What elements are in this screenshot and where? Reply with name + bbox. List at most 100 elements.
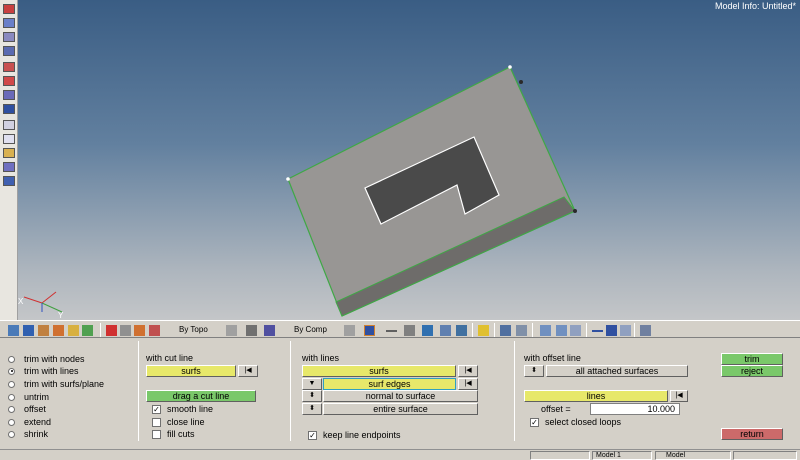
- node-point[interactable]: [573, 209, 577, 213]
- radio-button[interactable]: [8, 367, 15, 375]
- display-icon[interactable]: [8, 325, 19, 336]
- keep-endpoints-checkbox[interactable]: ✓ keep line endpoints: [308, 429, 401, 441]
- wireframe-icon[interactable]: [344, 325, 355, 336]
- toolbar-icon[interactable]: [3, 32, 15, 42]
- star-icon[interactable]: [478, 325, 489, 336]
- assembly-icon[interactable]: [53, 325, 64, 336]
- toolbar-icon[interactable]: [3, 104, 15, 114]
- radio-trim-lines[interactable]: trim with lines: [8, 365, 79, 377]
- checkbox-box[interactable]: [152, 417, 161, 427]
- toolbar-icon[interactable]: [3, 120, 15, 130]
- line-icon[interactable]: [386, 330, 397, 332]
- radio-trim-nodes[interactable]: trim with nodes: [8, 353, 85, 365]
- graphics-viewport[interactable]: X Y Model Info: Untitled*: [18, 0, 800, 320]
- toolbar-icon[interactable]: [3, 62, 15, 72]
- toggle-icon[interactable]: ⬍: [302, 390, 322, 402]
- normal-surface-button[interactable]: normal to surface: [323, 390, 478, 402]
- model-geometry[interactable]: X Y: [18, 0, 800, 320]
- shade-mode-icon[interactable]: [364, 325, 375, 336]
- drag-cut-line-button[interactable]: drag a cut line: [146, 390, 256, 402]
- radio-trim-surfs[interactable]: trim with surfs/plane: [8, 378, 104, 390]
- plane-icon[interactable]: [404, 325, 415, 336]
- radio-button[interactable]: [8, 418, 15, 426]
- reject-button[interactable]: reject: [721, 365, 783, 377]
- trim-button[interactable]: trim: [721, 353, 783, 365]
- geometry-icon[interactable]: [23, 325, 34, 336]
- undo-icon[interactable]: [570, 325, 581, 336]
- radio-shrink[interactable]: shrink: [8, 428, 48, 440]
- toolbar-icon[interactable]: [3, 18, 15, 28]
- radio-offset[interactable]: offset: [8, 403, 46, 415]
- toolbar-icon[interactable]: [3, 76, 15, 86]
- reset-icon[interactable]: |◀: [238, 365, 258, 377]
- radio-button[interactable]: [8, 430, 15, 438]
- radio-button[interactable]: [8, 405, 15, 413]
- toolbar-icon[interactable]: [3, 176, 15, 186]
- view-icon[interactable]: [226, 325, 237, 336]
- reset-icon[interactable]: |◀: [670, 390, 688, 402]
- grid-icon[interactable]: [440, 325, 451, 336]
- measure-icon[interactable]: [134, 325, 145, 336]
- radio-extend[interactable]: extend: [8, 416, 51, 428]
- surf-edges-button[interactable]: surf edges: [323, 378, 456, 390]
- radio-button[interactable]: [8, 355, 15, 363]
- entire-surface-button[interactable]: entire surface: [323, 403, 478, 415]
- screen-icon[interactable]: [456, 325, 467, 336]
- redo-icon[interactable]: [620, 325, 631, 336]
- checkbox-box[interactable]: ✓: [530, 417, 539, 427]
- toolbar-icon[interactable]: [3, 148, 15, 158]
- offset-lines-button[interactable]: lines: [524, 390, 668, 402]
- node-point[interactable]: [519, 80, 523, 84]
- table-icon[interactable]: [500, 325, 511, 336]
- toolbar-icon[interactable]: [3, 4, 15, 14]
- smooth-line-checkbox[interactable]: ✓ smooth line: [152, 403, 213, 415]
- shaded-icon[interactable]: [120, 325, 131, 336]
- toolbar-icon[interactable]: [3, 90, 15, 100]
- dropdown-arrow-icon[interactable]: ▼: [302, 378, 322, 390]
- cube-icon[interactable]: [264, 325, 275, 336]
- node-point[interactable]: [286, 177, 290, 181]
- offset-label: offset =: [541, 404, 571, 414]
- model-tab-label: Model: [666, 452, 686, 459]
- pick-icon[interactable]: [149, 325, 160, 336]
- checkbox-box[interactable]: ✓: [308, 430, 317, 440]
- model-slot: Model 1: [592, 451, 652, 460]
- minus-icon[interactable]: [592, 330, 603, 332]
- node-point[interactable]: [508, 65, 512, 69]
- return-button[interactable]: return: [721, 428, 783, 440]
- checkbox-box[interactable]: [152, 429, 161, 439]
- find-icon[interactable]: [82, 325, 93, 336]
- forward-icon[interactable]: [556, 325, 567, 336]
- reset-icon[interactable]: |◀: [458, 378, 478, 390]
- toolbar-icon[interactable]: [3, 134, 15, 144]
- lines-surfs-button[interactable]: surfs: [302, 365, 456, 377]
- rotate-icon[interactable]: [246, 325, 257, 336]
- component-icon[interactable]: [38, 325, 49, 336]
- comp-select[interactable]: By Comp: [281, 324, 343, 336]
- surface-mode-icon[interactable]: [422, 325, 433, 336]
- radio-button[interactable]: [8, 393, 15, 401]
- settings-icon[interactable]: [640, 325, 651, 336]
- attached-surfaces-button[interactable]: all attached surfaces: [546, 365, 688, 377]
- toggle-icon[interactable]: ⬍: [524, 365, 544, 377]
- mask-icon[interactable]: [68, 325, 79, 336]
- close-line-checkbox[interactable]: close line: [152, 416, 205, 428]
- delete-icon[interactable]: [106, 325, 117, 336]
- reset-icon[interactable]: |◀: [458, 365, 478, 377]
- cut-surfs-button[interactable]: surfs: [146, 365, 236, 377]
- checkbox-box[interactable]: ✓: [152, 404, 161, 414]
- closed-loops-checkbox[interactable]: ✓ select closed loops: [530, 416, 621, 428]
- radio-button[interactable]: [8, 380, 15, 388]
- radio-untrim[interactable]: untrim: [8, 391, 49, 403]
- wrench-icon[interactable]: [516, 325, 527, 336]
- topo-select[interactable]: By Topo: [166, 324, 224, 336]
- topo-label: By Topo: [179, 325, 208, 334]
- toolbar-icon[interactable]: [3, 46, 15, 56]
- fill-cuts-checkbox[interactable]: fill cuts: [152, 428, 195, 440]
- offset-input[interactable]: 10.000: [590, 403, 680, 415]
- toggle-icon[interactable]: ⬍: [302, 403, 322, 415]
- model-tab[interactable]: Model: [655, 451, 731, 460]
- back-icon[interactable]: [540, 325, 551, 336]
- plus-icon[interactable]: [606, 325, 617, 336]
- toolbar-icon[interactable]: [3, 162, 15, 172]
